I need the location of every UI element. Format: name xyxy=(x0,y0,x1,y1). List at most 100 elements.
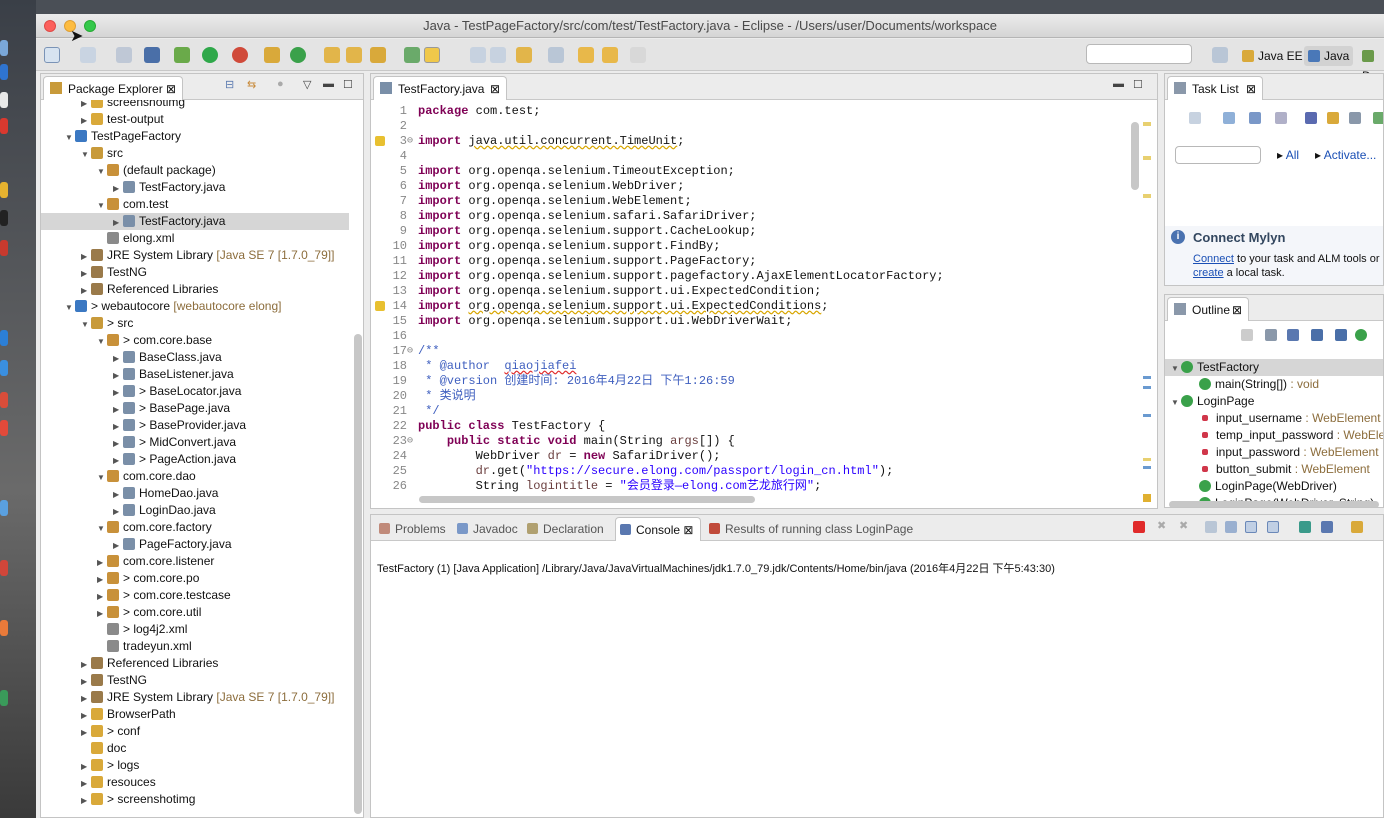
code-line[interactable]: 13 import org.openqa.selenium.support.ui.… xyxy=(371,284,1157,299)
collapse-arrow-icon[interactable]: ▼ xyxy=(97,333,107,350)
warning-icon[interactable] xyxy=(375,301,385,311)
overview-marker[interactable] xyxy=(1143,156,1151,160)
expand-arrow-icon[interactable]: ▶ xyxy=(81,112,91,129)
code-line[interactable]: 14 import org.openqa.selenium.support.ui.… xyxy=(371,299,1157,314)
save-icon[interactable] xyxy=(80,47,96,63)
dock-app-icon[interactable] xyxy=(0,560,8,576)
expand-arrow-icon[interactable]: ▶ xyxy=(113,452,123,469)
tree-item[interactable]: ▶ PageFactory.java xyxy=(41,536,349,553)
console-output[interactable] xyxy=(371,575,1383,817)
perspective-java[interactable]: Java xyxy=(1304,46,1354,66)
run-icon[interactable] xyxy=(202,47,218,63)
create-link[interactable]: create xyxy=(1193,267,1224,279)
code-line[interactable]: 26 String logintitle = "会员登录—elong.com艺龙… xyxy=(371,479,1157,494)
minimize-icon[interactable]: ▬ xyxy=(323,78,334,90)
dock-app-icon[interactable] xyxy=(0,240,8,256)
tree-item[interactable]: ▶ BrowserPath xyxy=(41,706,349,723)
code-line[interactable]: 4 xyxy=(371,149,1157,164)
overview-marker[interactable] xyxy=(1143,194,1151,198)
code-line[interactable]: 25 dr.get("https://secure.elong.com/pass… xyxy=(371,464,1157,479)
expand-arrow-icon[interactable]: ▶ xyxy=(97,605,107,622)
categorized-icon[interactable] xyxy=(1223,112,1235,124)
hide-static-icon[interactable] xyxy=(1335,329,1347,341)
close-icon[interactable]: ⊠ xyxy=(166,77,176,101)
dock-app-icon[interactable] xyxy=(0,620,8,636)
expand-arrow-icon[interactable]: ▶ xyxy=(113,384,123,401)
collapse-all-icon[interactable] xyxy=(1349,112,1361,124)
debug-icon[interactable] xyxy=(174,47,190,63)
outline-item[interactable]: ▼ TestFactory xyxy=(1165,359,1383,376)
expand-arrow-icon[interactable]: ▶ xyxy=(113,180,123,197)
activate-task[interactable]: ▸ Activate... xyxy=(1315,148,1376,162)
new-task-icon[interactable] xyxy=(1189,112,1201,124)
open-folder-icon[interactable] xyxy=(346,47,362,63)
overview-marker[interactable] xyxy=(1143,122,1151,126)
open-type-icon[interactable] xyxy=(324,47,340,63)
tree-item[interactable]: ▼ > com.core.base xyxy=(41,332,349,349)
code-line[interactable]: 20 * 类说明 xyxy=(371,389,1157,404)
dock-app-icon[interactable] xyxy=(0,210,8,226)
pin-console-icon[interactable] xyxy=(1299,521,1311,533)
tree-item[interactable]: ▼ TestPageFactory xyxy=(41,128,349,145)
collapse-arrow-icon[interactable]: ▼ xyxy=(97,469,107,486)
tree-item[interactable]: ▼ com.test xyxy=(41,196,349,213)
dock-app-icon[interactable] xyxy=(0,420,8,436)
minimize-icon[interactable]: ▬ xyxy=(1113,78,1124,90)
tree-item[interactable]: ▶ > com.core.testcase xyxy=(41,587,349,604)
tree-item[interactable]: ▶ HomeDao.java xyxy=(41,485,349,502)
all-filter[interactable]: ▸ All xyxy=(1277,148,1299,162)
overview-marker[interactable] xyxy=(1143,376,1151,379)
focus-icon[interactable] xyxy=(1241,329,1253,341)
close-icon[interactable]: ⊠ xyxy=(680,523,693,537)
tree-item[interactable]: elong.xml xyxy=(41,230,349,247)
dock-app-icon[interactable] xyxy=(0,40,8,56)
tab-testfactory-java[interactable]: TestFactory.java ⊠ xyxy=(373,76,507,100)
quick-access-input[interactable] xyxy=(1086,44,1192,64)
close-icon[interactable]: ⊠ xyxy=(1246,77,1256,101)
tree-item[interactable]: ▶ JRE System Library [Java SE 7 [1.7.0_79… xyxy=(41,689,349,706)
back-icon[interactable] xyxy=(578,47,594,63)
tree-item[interactable]: ▼ > src xyxy=(41,315,349,332)
view-menu-icon[interactable]: ▽ xyxy=(303,78,311,91)
code-line[interactable]: 18 * @author qiaojiafei xyxy=(371,359,1157,374)
expand-arrow-icon[interactable]: ▶ xyxy=(81,673,91,690)
overview-marker[interactable] xyxy=(1143,386,1151,389)
tab-results-of-running-class-loginpage[interactable]: Results of running class LoginPage xyxy=(705,517,915,541)
expand-arrow-icon[interactable]: ▶ xyxy=(81,724,91,741)
outline-item[interactable]: ▼ LoginPage xyxy=(1165,393,1383,410)
code-line[interactable]: 10 import org.openqa.selenium.support.Fin… xyxy=(371,239,1157,254)
tree-item[interactable]: ▶ > com.core.po xyxy=(41,570,349,587)
outline-horizontal-scrollbar[interactable] xyxy=(1169,501,1379,507)
show-on-output-icon[interactable] xyxy=(1245,521,1257,533)
tab-package-explorer[interactable]: Package Explorer ⊠ xyxy=(43,76,183,100)
code-line[interactable]: 11 import org.openqa.selenium.support.Pag… xyxy=(371,254,1157,269)
remove-all-icon[interactable]: ✖ xyxy=(1179,519,1188,532)
expand-arrow-icon[interactable]: ▶ xyxy=(81,758,91,775)
package-explorer-scrollbar[interactable] xyxy=(354,334,362,814)
expand-arrow-icon[interactable]: ▶ xyxy=(113,401,123,418)
dock-app-icon[interactable] xyxy=(0,360,8,376)
tab-console[interactable]: Console ⊠ xyxy=(615,517,701,541)
tab-problems[interactable]: Problems xyxy=(375,517,449,541)
tab-task-list[interactable]: Task List ⊠ xyxy=(1167,76,1263,100)
fold-icon[interactable]: ⊖ xyxy=(407,434,413,449)
code-line[interactable]: 5 import org.openqa.selenium.TimeoutExcep… xyxy=(371,164,1157,179)
focus-workweek-icon[interactable] xyxy=(1305,112,1317,124)
tree-item[interactable]: ▶ screenshotimg xyxy=(41,100,349,111)
filter-icon[interactable] xyxy=(1327,112,1339,124)
open-console-icon[interactable] xyxy=(1351,521,1363,533)
code-line[interactable]: 2 xyxy=(371,119,1157,134)
tree-item[interactable]: ▶ > com.core.util xyxy=(41,604,349,621)
collapse-arrow-icon[interactable]: ▼ xyxy=(1171,360,1181,377)
expand-arrow-icon[interactable]: ▶ xyxy=(81,248,91,265)
zoom-window-button[interactable] xyxy=(84,20,96,32)
expand-arrow-icon[interactable]: ▶ xyxy=(97,554,107,571)
code-line[interactable]: 17 ⊖ /** xyxy=(371,344,1157,359)
collapse-arrow-icon[interactable]: ▼ xyxy=(65,299,75,316)
next-edit-icon[interactable] xyxy=(516,47,532,63)
sort-icon[interactable] xyxy=(1287,329,1299,341)
expand-arrow-icon[interactable]: ▶ xyxy=(113,418,123,435)
tree-item[interactable]: ▶ test-output xyxy=(41,111,349,128)
code-line[interactable]: 1 package com.test; xyxy=(371,104,1157,119)
close-icon[interactable]: ⊠ xyxy=(490,77,500,101)
